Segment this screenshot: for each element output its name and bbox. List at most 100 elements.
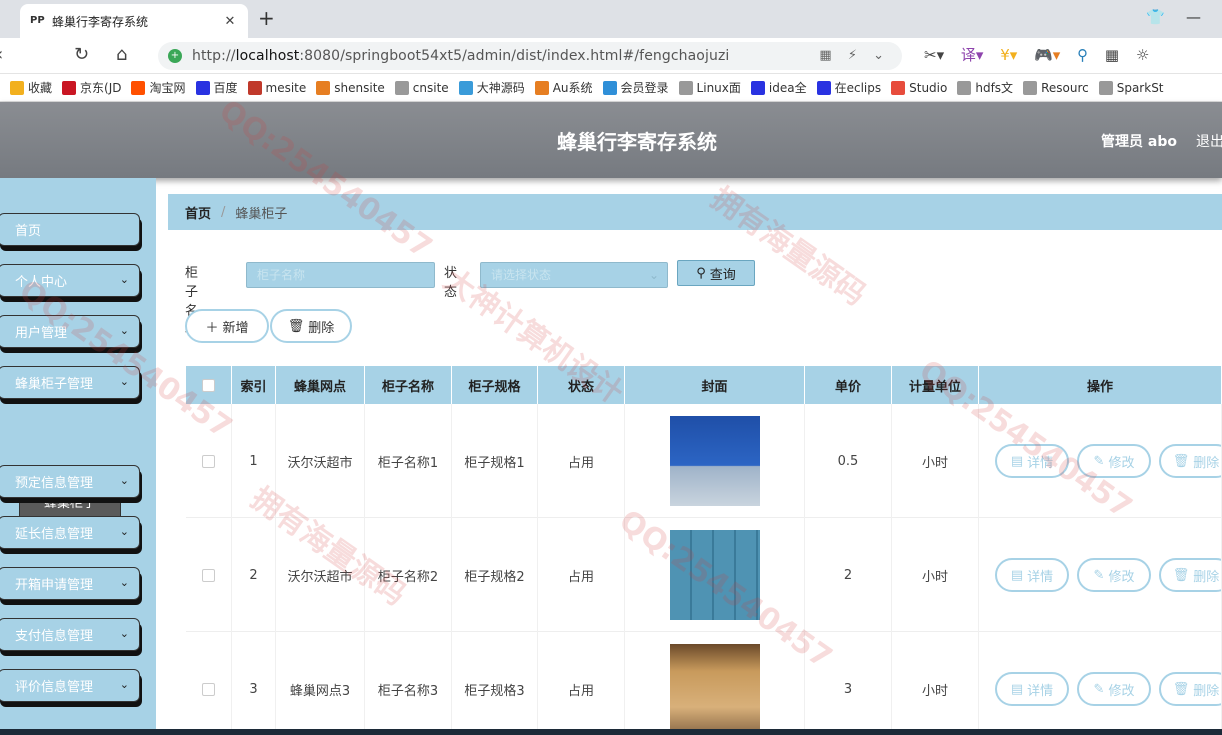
bookmark-item[interactable]: Linux面 (678, 79, 741, 96)
detail-button[interactable]: ▤ 详情 (995, 444, 1069, 478)
row-checkbox[interactable] (202, 454, 215, 468)
bookmark-item[interactable]: SparkSt (1098, 80, 1164, 95)
url-action-icons[interactable]: ▦ ⚡ ⌄ (819, 48, 890, 63)
browser-tab-bar: PP 蜂巢行李寄存系统 ✕ + 👕 — (0, 0, 1222, 38)
jd-icon (62, 80, 77, 95)
page-icon (1098, 80, 1113, 95)
unit-cell: 小时 (892, 632, 979, 735)
bookmark-item[interactable]: shensite (316, 80, 385, 95)
sidebar-item[interactable]: 个人中心 ⌄ (0, 264, 140, 297)
sidebar-item[interactable]: 开箱申请管理 ⌄ (0, 567, 140, 600)
bookmark-item[interactable]: idea全 (750, 79, 807, 96)
row-checkbox[interactable] (202, 682, 215, 696)
coin-icon[interactable]: ¥▾ (1000, 46, 1017, 64)
status-select[interactable]: 请选择状态 ⌄ (480, 262, 668, 288)
breadcrumb-home[interactable]: 首页 (185, 203, 211, 222)
minimize-icon[interactable]: — (1186, 8, 1201, 26)
edit-button[interactable]: ✎ 修改 (1077, 558, 1151, 592)
chevron-down-icon: ⌄ (119, 627, 129, 640)
bookmark-item[interactable]: 京东(JD (62, 79, 121, 96)
row-checkbox[interactable] (202, 568, 215, 582)
add-label: 新增 (222, 320, 249, 336)
bookmark-item[interactable]: 收藏 (10, 79, 52, 96)
edit-button[interactable]: ✎ 修改 (1077, 672, 1151, 706)
operations-cell: ▤ 详情 ✎ 修改 🗑 删除 (979, 404, 1222, 518)
name-input[interactable]: 柜子名称 (246, 262, 435, 288)
edit-button[interactable]: ✎ 修改 (1077, 444, 1151, 478)
cover-image (669, 644, 760, 734)
sidebar-item[interactable]: 蜂巢柜子管理 ⌄ (0, 366, 140, 399)
bookmark-label: Resourc (1041, 80, 1089, 95)
bookmark-label: Linux面 (696, 81, 741, 95)
browser-toolbar: ✂▾ 译▾ ¥▾ 🎮▾ ⚲ ▦ ☼ (924, 44, 1161, 65)
sidebar-item[interactable]: 首页 (0, 213, 140, 246)
translate-icon[interactable]: 译▾ (961, 46, 984, 64)
trash-icon: 🗑 (1172, 567, 1190, 583)
row-delete-button[interactable]: 🗑 删除 (1159, 672, 1221, 706)
bookmark-label: mesite (265, 80, 307, 95)
query-button[interactable]: ⚲ 查询 (677, 260, 755, 286)
column-header: 柜子名称 (365, 366, 452, 404)
column-header: 柜子规格 (452, 366, 538, 404)
bookmark-item[interactable]: mesite (247, 80, 307, 95)
bookmark-item[interactable]: Studio (891, 80, 947, 95)
page-icon (957, 80, 972, 95)
table-row: 1 沃尔沃超市 柜子名称1 柜子规格1 占用 0.5 小时 ▤ 详情 ✎ 修改 🗑 删除 (186, 404, 1222, 518)
bookmark-item[interactable]: Au系统 (534, 79, 593, 96)
operations-cell: ▤ 详情 ✎ 修改 🗑 删除 (979, 518, 1222, 632)
sidebar-item-label: 开箱申请管理 (15, 578, 94, 593)
back-icon[interactable]: ‹ (0, 44, 3, 65)
url-field[interactable]: + http://localhost:8080/springboot54xt5/… (158, 42, 902, 70)
sidebar-item[interactable]: 评价信息管理 ⌄ (0, 669, 140, 702)
bookmark-item[interactable]: cnsite (394, 80, 449, 95)
baidu-icon (195, 80, 210, 95)
detail-button[interactable]: ▤ 详情 (995, 558, 1069, 592)
bookmark-item[interactable]: 淘宝网 (131, 79, 186, 96)
name-cell: 柜子名称3 (365, 632, 452, 735)
delete-button[interactable]: 🗑 删除 (270, 309, 352, 343)
scissors-icon[interactable]: ✂▾ (924, 46, 944, 64)
sidebar-item-label: 延长信息管理 (15, 527, 94, 542)
breadcrumb-separator: / (221, 204, 226, 220)
sidebar-item[interactable]: 延长信息管理 ⌄ (0, 516, 140, 549)
bookmark-item[interactable]: 大神源码 (458, 79, 525, 96)
add-button[interactable]: ＋ 新增 (185, 309, 269, 343)
chevron-down-icon: ⌄ (648, 268, 659, 282)
bookmark-item[interactable]: Resourc (1023, 80, 1089, 95)
home-icon[interactable]: ⌂ (116, 44, 127, 65)
price-cell: 3 (805, 632, 892, 735)
taobao-icon (131, 80, 146, 95)
shirt-icon[interactable]: 👕 (1146, 8, 1165, 26)
site-cell: 蜂巢网点3 (276, 632, 365, 735)
apps-icon[interactable]: ▦ (1105, 46, 1119, 64)
cloud-icon (602, 80, 617, 95)
current-user: 管理员 abo (1101, 134, 1177, 150)
row-select-cell (186, 404, 232, 518)
bookmark-item[interactable]: 百度 (195, 79, 238, 96)
browser-tab[interactable]: PP 蜂巢行李寄存系统 ✕ (20, 4, 248, 38)
sidebar-item[interactable]: 用户管理 ⌄ (0, 315, 140, 348)
spec-cell: 柜子规格3 (452, 632, 538, 735)
bookmark-item[interactable]: 在eclips (816, 79, 881, 96)
bookmark-item[interactable]: 会员登录 (602, 79, 669, 96)
row-delete-button[interactable]: 🗑 删除 (1159, 444, 1221, 478)
detail-button[interactable]: ▤ 详情 (995, 672, 1069, 706)
reload-icon[interactable]: ↻ (74, 44, 89, 65)
delete-label: 删除 (308, 320, 335, 336)
sidebar-item[interactable]: 预定信息管理 ⌄ (0, 465, 140, 498)
brightness-icon[interactable]: ☼ (1136, 46, 1149, 64)
sidebar-item-label: 评价信息管理 (15, 680, 94, 695)
select-all-checkbox[interactable] (202, 378, 215, 392)
bookmark-label: Au系统 (552, 81, 593, 95)
pencil-icon: ✎ (1093, 567, 1105, 583)
search-icon[interactable]: ⚲ (1077, 46, 1088, 64)
bookmark-item[interactable]: hdfs文 (957, 79, 1013, 96)
close-tab-icon[interactable]: ✕ (222, 14, 238, 29)
bookmark-label: 收藏 (28, 81, 53, 95)
logout-link[interactable]: 退出登录 (1196, 131, 1222, 151)
row-delete-button[interactable]: 🗑 删除 (1159, 558, 1221, 592)
game-icon[interactable]: 🎮▾ (1034, 46, 1060, 64)
sidebar-item[interactable]: 支付信息管理 ⌄ (0, 618, 140, 651)
new-tab-icon[interactable]: + (258, 6, 275, 30)
query-label: 查询 (709, 267, 736, 283)
